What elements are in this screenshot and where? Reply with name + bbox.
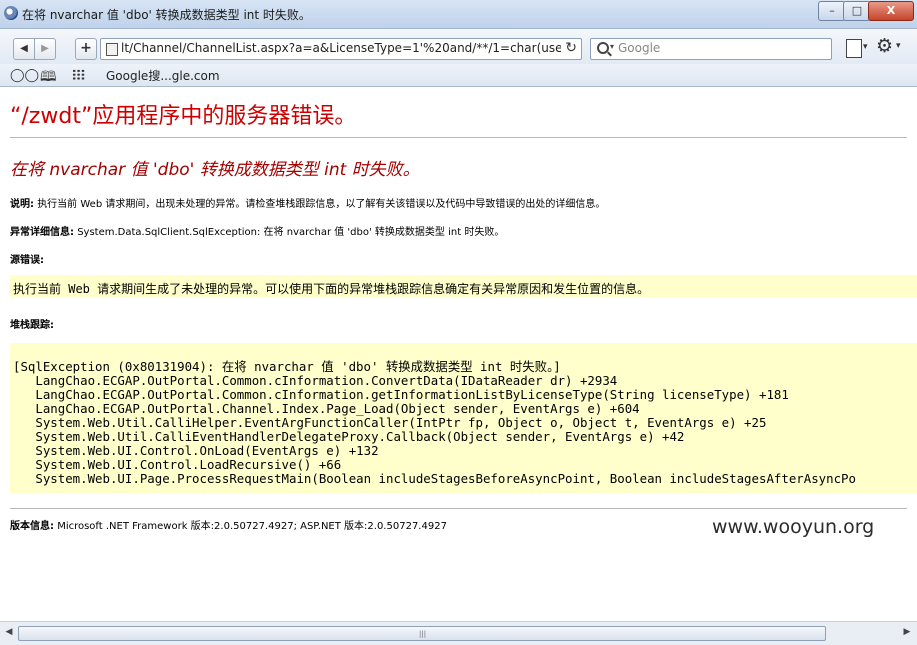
scroll-right-icon[interactable]: ▶: [900, 625, 914, 640]
source-error-line: 源错误:: [10, 251, 44, 266]
bookmarks-bar: ◯◯ 🕮 Google搜...gle.com: [0, 64, 917, 87]
page-menu-icon[interactable]: [846, 39, 868, 58]
exception-line: 异常详细信息: System.Data.SqlClient.SqlExcepti…: [10, 223, 504, 238]
forward-button[interactable]: ▶: [34, 38, 56, 60]
description-label: 说明:: [10, 199, 34, 210]
grip-icon: |||: [419, 630, 427, 638]
scroll-thumb[interactable]: |||: [18, 626, 826, 641]
watermark: www.wooyun.org: [712, 516, 875, 538]
stack-trace-label: 堆栈跟踪:: [10, 320, 54, 331]
stack-trace-box: [SqlException (0x80131904): 在将 nvarchar …: [10, 343, 917, 493]
apps-grid-icon[interactable]: [72, 69, 85, 80]
description-text: 执行当前 Web 请求期间，出现未处理的异常。请检查堆栈跟踪信息，以了解有关该错…: [37, 199, 606, 210]
maximize-button[interactable]: □: [843, 1, 871, 21]
error-subheading: 在将 nvarchar 值 'dbo' 转换成数据类型 int 时失败。: [10, 160, 420, 180]
window-title: 在将 nvarchar 值 'dbo' 转换成数据类型 int 时失败。: [22, 8, 311, 22]
minimize-button[interactable]: –: [818, 1, 846, 21]
stack-trace-text: [SqlException (0x80131904): 在将 nvarchar …: [13, 359, 856, 486]
search-box[interactable]: ▾ Google: [590, 38, 832, 60]
gear-dropdown-icon[interactable]: ▾: [896, 41, 901, 51]
source-error-label: 源错误:: [10, 255, 44, 266]
gear-icon[interactable]: ⚙: [876, 36, 893, 56]
search-dropdown-icon[interactable]: ▾: [610, 42, 614, 51]
search-input[interactable]: Google: [618, 41, 660, 55]
reload-icon[interactable]: ↻: [565, 40, 577, 56]
exception-text: System.Data.SqlClient.SqlException: 在将 n…: [77, 227, 505, 238]
glasses-icon[interactable]: ◯◯: [10, 68, 39, 83]
address-bar[interactable]: lt/Channel/ChannelList.aspx?a=a&LicenseT…: [100, 38, 582, 60]
navigation-bar: ◀ ▶ + lt/Channel/ChannelList.aspx?a=a&Li…: [0, 29, 917, 64]
exception-label: 异常详细信息:: [10, 227, 74, 238]
version-label: 版本信息:: [10, 521, 54, 532]
source-error-box: 执行当前 Web 请求期间生成了未处理的异常。可以使用下面的异常堆栈跟踪信息确定…: [10, 275, 917, 298]
horizontal-scrollbar[interactable]: ◀ ||| ▶: [0, 621, 917, 645]
page-favicon-icon: [106, 43, 118, 56]
error-heading: “/zwdt”应用程序中的服务器错误。: [10, 104, 357, 129]
address-text[interactable]: lt/Channel/ChannelList.aspx?a=a&LicenseT…: [121, 41, 561, 55]
divider: [10, 137, 907, 138]
page-content: “/zwdt”应用程序中的服务器错误。 在将 nvarchar 值 'dbo' …: [0, 87, 917, 621]
divider: [10, 508, 907, 509]
scroll-track[interactable]: |||: [18, 626, 898, 641]
close-button[interactable]: X: [868, 1, 914, 21]
scroll-left-icon[interactable]: ◀: [2, 625, 16, 640]
version-line: 版本信息: Microsoft .NET Framework 版本:2.0.50…: [10, 517, 447, 532]
search-icon[interactable]: [597, 42, 609, 54]
title-bar: 在将 nvarchar 值 'dbo' 转换成数据类型 int 时失败。 – □…: [0, 0, 917, 29]
new-tab-button[interactable]: +: [75, 38, 97, 60]
back-button[interactable]: ◀: [13, 38, 35, 60]
bookmark-google[interactable]: Google搜...gle.com: [106, 67, 220, 84]
stack-trace-line: 堆栈跟踪:: [10, 316, 54, 331]
browser-icon: [4, 6, 18, 20]
source-error-text: 执行当前 Web 请求期间生成了未处理的异常。可以使用下面的异常堆栈跟踪信息确定…: [13, 282, 650, 296]
version-text: Microsoft .NET Framework 版本:2.0.50727.49…: [57, 521, 447, 532]
description-line: 说明: 执行当前 Web 请求期间，出现未处理的异常。请检查堆栈跟踪信息，以了解…: [10, 195, 605, 210]
